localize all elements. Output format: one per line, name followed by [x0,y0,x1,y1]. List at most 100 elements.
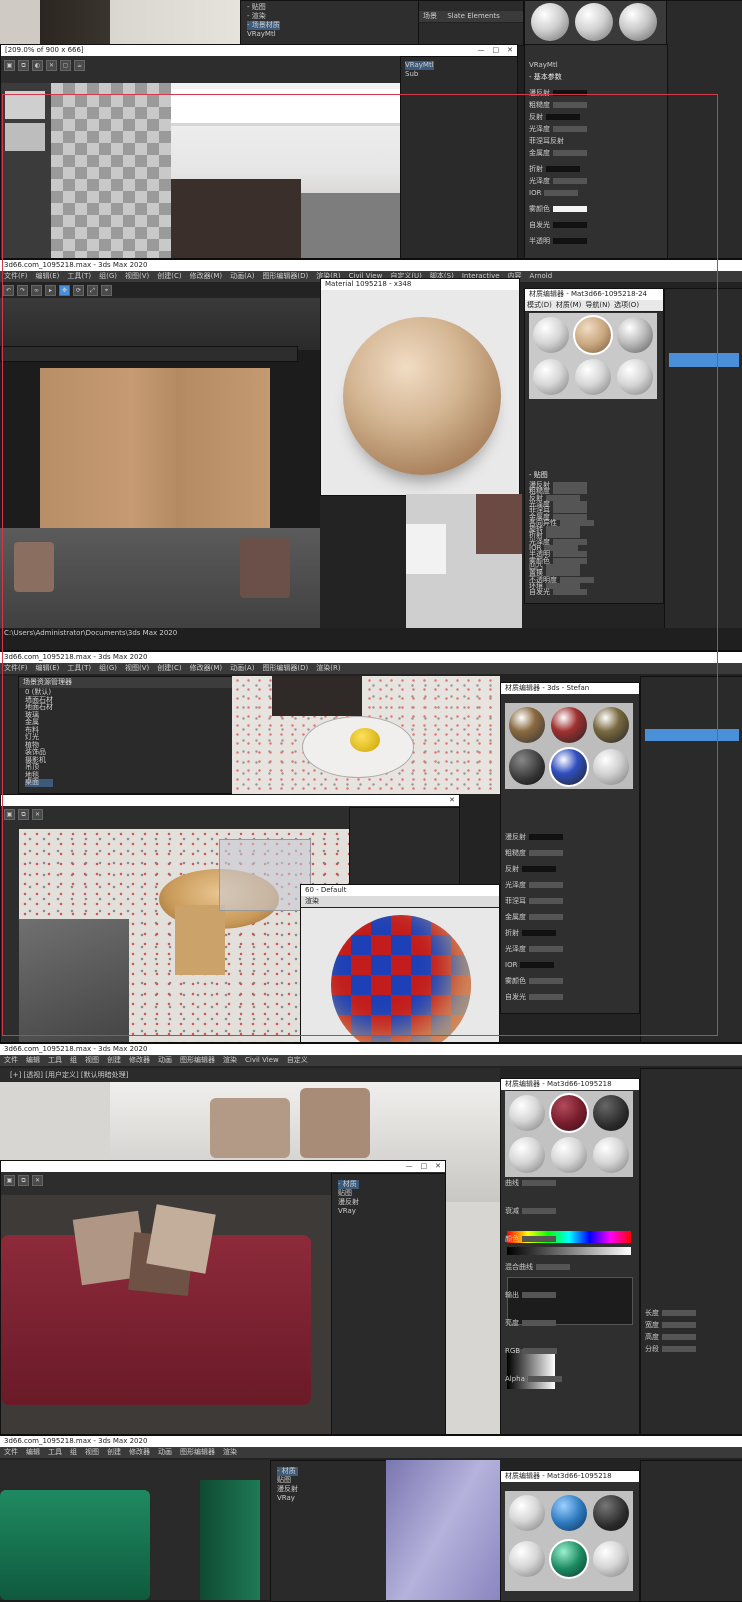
tree-node[interactable]: 贴图 [277,1476,298,1485]
copy-icon[interactable]: ⧉ [18,1174,29,1186]
viewport-label[interactable]: [+] [透视] [用户定义] [默认明暗处理] [10,1070,128,1080]
tree-node[interactable]: VRay [277,1494,298,1503]
sample-sphere[interactable] [509,1541,545,1577]
close-icon[interactable]: ✕ [435,1161,441,1172]
save-icon[interactable]: ▣ [4,59,15,71]
menu-item[interactable]: 组 [66,1447,81,1458]
menu-item[interactable]: 渲染 [219,1055,241,1066]
sample-sphere[interactable] [509,1095,545,1131]
param-row[interactable]: 分段 [645,1345,739,1353]
curve-graph[interactable] [507,1277,633,1325]
param-slot[interactable] [527,1376,562,1382]
copy-icon[interactable]: ⧉ [18,59,29,71]
menu-item[interactable]: 文件 [0,1055,22,1066]
menu-item[interactable]: 视图 [81,1447,103,1458]
param-slot[interactable] [536,1264,570,1270]
menu-item[interactable]: 工具 [44,1447,66,1458]
param-row[interactable]: 输出 [505,1291,635,1299]
menu-item[interactable]: 图形编辑器 [176,1055,219,1066]
sample-sphere[interactable] [593,1495,629,1531]
param-row[interactable]: 亮度 [505,1319,635,1327]
param-slot[interactable] [662,1322,696,1328]
maximize-icon[interactable]: □ [493,45,500,56]
maximize-icon[interactable]: □ [421,1161,428,1172]
param-slot[interactable] [522,1236,556,1242]
menu-item[interactable]: 动画 [154,1447,176,1458]
minimize-icon[interactable]: — [478,45,485,56]
sample-sphere[interactable] [593,1137,629,1173]
sample-sphere[interactable] [593,1095,629,1131]
sample-sphere[interactable] [509,1495,545,1531]
menu-item[interactable]: 图形编辑器 [176,1447,219,1458]
tree-node[interactable]: 漫反射 [338,1198,359,1207]
tree-node[interactable]: Sub [405,70,434,79]
param-slot[interactable] [523,1348,558,1354]
param-row[interactable]: RGB [505,1347,635,1355]
menu-item[interactable]: Civil View [241,1055,283,1066]
menu-item[interactable]: 自定义 [283,1055,312,1066]
sample-sphere[interactable] [551,1495,587,1531]
tree-node[interactable]: 漫反射 [277,1485,298,1494]
sample-sphere[interactable] [549,1539,589,1579]
menu-item[interactable]: 创建 [103,1447,125,1458]
sample-sphere[interactable] [509,1137,545,1173]
command-panel [640,1460,742,1602]
clear-icon[interactable]: ✕ [32,1174,43,1186]
menu-item[interactable]: 动画 [154,1055,176,1066]
tree-node[interactable]: - 材质 [338,1180,359,1189]
tree-node[interactable]: VRayMtl [405,61,434,70]
menu-item[interactable]: 修改器 [125,1055,154,1066]
param-slot[interactable] [662,1346,696,1352]
param-row[interactable]: 颜色 [505,1235,635,1243]
menu-item[interactable]: 工具 [44,1055,66,1066]
close-icon[interactable]: ✕ [507,45,513,56]
param-row[interactable]: 混合曲线 [505,1263,635,1271]
gradient-strip[interactable] [507,1349,555,1389]
sample-sphere[interactable] [549,1093,589,1133]
menu-item[interactable]: 视图 [81,1055,103,1066]
menu-item[interactable]: 修改器 [125,1447,154,1458]
clear-icon[interactable]: ✕ [46,59,57,71]
tab-scene[interactable]: 场景 [419,11,441,22]
tree-node[interactable]: VRay [338,1207,359,1216]
tree-node[interactable]: - 材质 [277,1467,298,1476]
param-slot[interactable] [522,1292,556,1298]
render-icon[interactable]: ☕ [74,59,85,71]
sample-sphere[interactable] [619,3,657,41]
param-label: 衰减 [505,1207,519,1215]
param-slot[interactable] [522,1320,556,1326]
menu-item[interactable]: 文件 [0,1447,22,1458]
browser-item[interactable]: - 渲染 [247,12,280,21]
sample-sphere[interactable] [531,3,569,41]
tree-node[interactable]: 贴图 [338,1189,359,1198]
browser-item[interactable]: VRayMtl [247,30,280,39]
menu-item[interactable]: 编辑 [22,1447,44,1458]
param-row[interactable]: Alpha [505,1375,635,1383]
param-slot[interactable] [662,1334,696,1340]
param-row[interactable]: 宽度 [645,1321,739,1329]
browser-item[interactable]: - 场景材质 [247,21,280,30]
sample-sphere[interactable] [575,3,613,41]
rollout-title[interactable]: - 基本参数 [529,73,663,81]
menu-item[interactable]: 编辑 [22,1055,44,1066]
sample-sphere[interactable] [551,1137,587,1173]
param-row[interactable]: 衰减 [505,1207,635,1215]
sample-sphere[interactable] [593,1541,629,1577]
channel-icon[interactable]: ◐ [32,59,43,71]
param-slot[interactable] [522,1208,556,1214]
minimize-icon[interactable]: — [406,1161,413,1172]
region-icon[interactable]: ▢ [60,59,71,71]
gradient-strip[interactable] [507,1247,631,1255]
tab-slate[interactable]: Slate Elements [443,11,504,22]
menu-item[interactable]: 组 [66,1055,81,1066]
menu-item[interactable]: 渲染 [219,1447,241,1458]
param-slot[interactable] [522,1180,556,1186]
browser-item[interactable]: - 贴图 [247,3,280,12]
param-slot[interactable] [662,1310,696,1316]
save-icon[interactable]: ▣ [4,1174,15,1186]
param-row[interactable]: 曲线 [505,1179,635,1187]
param-row[interactable]: 高度 [645,1333,739,1341]
param-row[interactable]: 长度 [645,1309,739,1317]
menu-item[interactable]: 创建 [103,1055,125,1066]
param-label: 高度 [645,1333,659,1341]
